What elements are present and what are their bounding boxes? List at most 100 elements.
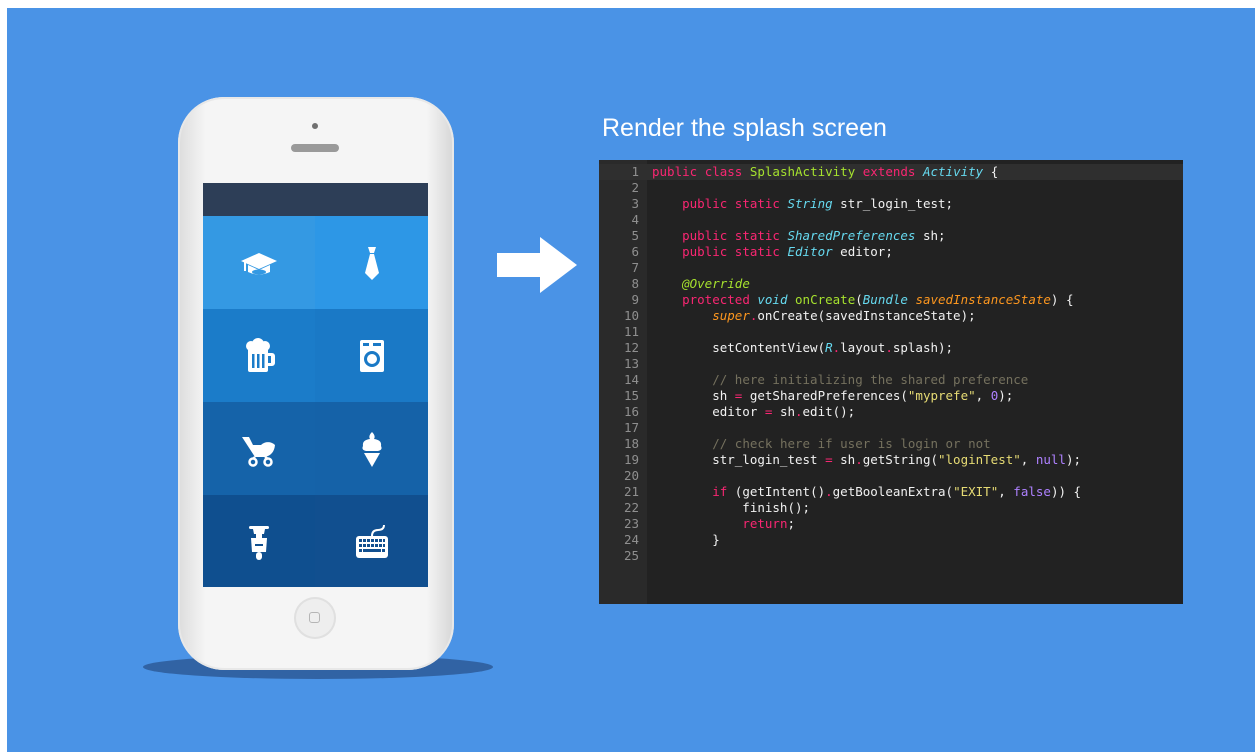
line-number: 2	[631, 180, 639, 195]
tile-necktie[interactable]	[315, 216, 428, 309]
code-token: .	[855, 452, 863, 467]
code-text: public static Editor editor;	[652, 244, 893, 260]
code-text: // check here if user is login or not	[652, 436, 990, 452]
code-token: null	[1035, 452, 1066, 467]
code-token: ,	[1020, 452, 1036, 467]
line-number: 17	[623, 420, 639, 435]
line-number: 9	[631, 292, 639, 307]
code-token: );	[998, 388, 1014, 403]
line-number: 4	[631, 212, 639, 227]
code-token: ) {	[1050, 292, 1074, 307]
code-token: splash);	[892, 340, 954, 355]
code-token: .	[885, 340, 893, 355]
code-text: // here initializing the shared preferen…	[652, 372, 1028, 388]
code-token: SharedPreferences	[787, 228, 916, 243]
code-token: "loginTest"	[938, 452, 1021, 467]
code-line: 17	[599, 420, 1183, 436]
tile-beer[interactable]	[203, 309, 315, 402]
code-line: 13	[599, 356, 1183, 372]
tile-graduation[interactable]	[203, 216, 315, 309]
code-token: String	[787, 196, 833, 211]
code-line: 9 protected void onCreate(Bundle savedIn…	[599, 292, 1183, 308]
code-token: }	[652, 532, 720, 547]
line-number: 22	[623, 500, 639, 515]
code-token: static	[734, 244, 780, 259]
code-token: .	[795, 404, 803, 419]
code-line: 19 str_login_test = sh.getString("loginT…	[599, 452, 1183, 468]
code-token: getString(	[862, 452, 938, 467]
code-token: finish();	[652, 500, 811, 515]
code-text: public static SharedPreferences sh;	[652, 228, 946, 244]
code-token: Bundle	[862, 292, 908, 307]
code-token: layout	[840, 340, 886, 355]
code-token: sh;	[915, 228, 946, 243]
code-token: onCreate	[795, 292, 856, 307]
code-line: 16 editor = sh.edit();	[599, 404, 1183, 420]
tile-washing-machine[interactable]	[315, 309, 428, 402]
code-token: ,	[998, 484, 1014, 499]
code-line: 24 }	[599, 532, 1183, 548]
code-line: 11	[599, 324, 1183, 340]
code-line: 15 sh = getSharedPreferences("myprefe", …	[599, 388, 1183, 404]
line-number: 14	[623, 372, 639, 387]
code-text: @Override	[652, 276, 750, 292]
line-number: 3	[631, 196, 639, 211]
code-text: return;	[652, 516, 795, 532]
code-token: public	[682, 196, 728, 211]
line-number: 25	[623, 548, 639, 563]
code-text: protected void onCreate(Bundle savedInst…	[652, 292, 1074, 308]
keyboard-icon	[355, 524, 388, 558]
code-text: finish();	[652, 500, 810, 516]
code-token: static	[734, 228, 780, 243]
code-token: R	[825, 340, 833, 355]
code-token: if	[712, 484, 728, 499]
code-line: 14 // here initializing the shared prefe…	[599, 372, 1183, 388]
code-text: public class SplashActivity extends Acti…	[652, 164, 998, 180]
code-token: ,	[975, 388, 991, 403]
line-number: 16	[623, 404, 639, 419]
line-number: 24	[623, 532, 639, 547]
ice-cream-cone-icon	[361, 431, 382, 467]
tile-scooter[interactable]	[203, 495, 315, 587]
code-token: );	[1065, 452, 1082, 467]
line-number: 13	[623, 356, 639, 371]
line-number: 7	[631, 260, 639, 275]
code-line: 18 // check here if user is login or not	[599, 436, 1183, 452]
line-number: 5	[631, 228, 639, 243]
tile-ice-cream[interactable]	[315, 402, 428, 495]
home-square-icon	[309, 612, 320, 623]
code-text: sh = getSharedPreferences("myprefe", 0);	[652, 388, 1013, 404]
tile-stroller[interactable]	[203, 402, 315, 495]
code-token: getSharedPreferences(	[742, 388, 908, 403]
code-token: edit();	[802, 404, 856, 419]
code-line: 4	[599, 212, 1183, 228]
code-editor-panel: 1 public class SplashActivity extends Act…	[599, 160, 1183, 604]
code-token: sh	[772, 404, 795, 419]
line-number: 19	[623, 452, 639, 467]
code-line: 5 public static SharedPreferences sh;	[599, 228, 1183, 244]
code-token: public	[652, 164, 698, 179]
code-line: 3 public static String str_login_test;	[599, 196, 1183, 212]
code-token: (	[855, 292, 863, 307]
line-number: 23	[623, 516, 639, 531]
code-token: str_login_test;	[832, 196, 954, 211]
code-token: return	[742, 516, 788, 531]
code-token: str_login_test	[652, 452, 826, 467]
code-text: editor = sh.edit();	[652, 404, 855, 420]
line-number: 10	[623, 308, 639, 323]
code-text: str_login_test = sh.getString("loginTest…	[652, 452, 1081, 468]
baby-stroller-icon	[242, 436, 275, 467]
code-token: =	[825, 452, 833, 467]
line-number: 15	[623, 388, 639, 403]
tile-keyboard[interactable]	[315, 495, 428, 587]
code-token: "EXIT"	[953, 484, 999, 499]
line-number: 18	[623, 436, 639, 451]
